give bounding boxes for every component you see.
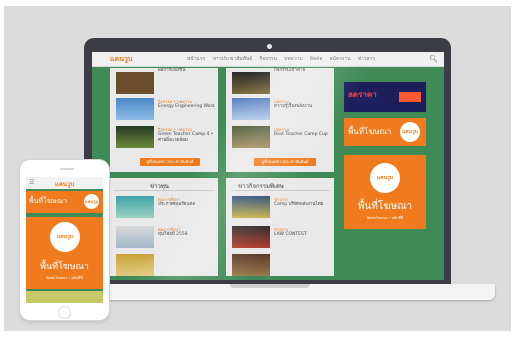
news-thumbnail[interactable] xyxy=(116,254,154,276)
site-header: แคนวูบ หน้าแรก ข่าวประชาสัมพันธ์ กิจกรรม… xyxy=(92,52,444,67)
news-title[interactable]: ทุนวิจัยปี 2558 xyxy=(158,232,216,238)
nav-item[interactable]: หน้าแรก xyxy=(187,55,205,63)
news-thumbnail[interactable] xyxy=(232,226,270,248)
news-title[interactable]: ประกาศทุนเรียนต่อ xyxy=(158,202,216,208)
news-thumbnail[interactable] xyxy=(116,126,154,148)
nav-item[interactable]: กิจกรรม xyxy=(259,55,277,63)
news-thumbnail[interactable] xyxy=(232,126,270,148)
news-title[interactable]: Best Teacher Camp Cup xyxy=(274,132,332,138)
ad-banner-large[interactable]: แคนวูบ พื้นที่โฆษณา ติดต่อโฆษณา • คลิกที… xyxy=(344,155,426,229)
laptop-camera xyxy=(267,44,272,49)
news-title[interactable]: ผลการแข่งขัน xyxy=(158,68,185,74)
laptop-hinge xyxy=(230,284,310,288)
mobile-logo[interactable]: แคนวูบ xyxy=(55,179,74,189)
menu-icon[interactable]: ☰ xyxy=(29,179,34,186)
news-thumbnail[interactable] xyxy=(232,72,270,94)
middle-news-column: กิจกรรมเข้าค่าย บทความ ความรู้เรื่องพลัง… xyxy=(226,68,334,172)
news-thumbnail[interactable] xyxy=(116,226,154,248)
ad-banner-title: พื้นที่โฆษณา xyxy=(348,127,392,136)
news-thumbnail[interactable] xyxy=(232,254,270,276)
news-title[interactable]: Camp บริษัทพลังงานไทย xyxy=(274,202,332,208)
news-title[interactable]: Green Teacher Camp 4 • ค่ายสิ่งแวดล้อม xyxy=(158,132,216,144)
divider xyxy=(114,190,214,191)
news-title[interactable]: Energy Engineering Work xyxy=(158,104,216,110)
news-thumbnail[interactable] xyxy=(116,72,154,94)
phone-speaker xyxy=(60,168,74,170)
nav-item[interactable]: ข่าวสาร xyxy=(358,55,376,63)
ad-title: พื้นที่โฆษณา xyxy=(357,201,413,212)
phone-screen: ☰ แคนวูบ พื้นที่โฆษณา แคนวูบ แคนวูบ พื้น… xyxy=(26,177,103,303)
nav-item[interactable]: สมัครงาน xyxy=(330,55,351,63)
ad-banner-logo: แคนวูบ xyxy=(400,122,420,142)
mobile-header: ☰ แคนวูบ xyxy=(26,177,103,189)
mobile-ad-text: พื้นที่โฆษณา xyxy=(29,197,68,205)
mobile-ad-logo-badge: แคนวูบ xyxy=(50,222,80,252)
mobile-ad-subtitle: ติดต่อโฆษณา • คลิกที่นี่ xyxy=(46,276,83,280)
site-nav: หน้าแรก ข่าวประชาสัมพันธ์ กิจกรรม บทความ… xyxy=(187,55,375,63)
mobile-content-strip xyxy=(26,291,103,303)
nav-item[interactable]: ติดต่อ xyxy=(310,55,323,63)
mobile-ad-banner[interactable]: พื้นที่โฆษณา แคนวูบ xyxy=(26,191,103,213)
news-title[interactable]: ความรู้เรื่องพลังงาน xyxy=(274,104,332,110)
mobile-ad-large[interactable]: แคนวูบ พื้นที่โฆษณา ติดต่อโฆษณา • คลิกที… xyxy=(26,217,103,289)
middle-section2-column: ข่าวกิจกรรมพิเศษ ข่าวสาร Camp บริษัทพลัง… xyxy=(226,178,334,276)
search-icon[interactable]: 🔍︎ xyxy=(429,55,438,63)
left-section2-column: ข่าวทุน ทุนการศึกษา ประกาศทุนเรียนต่อ ทุ… xyxy=(110,178,218,276)
more-news-button[interactable]: ดูทั้งหมดข่าวประชาสัมพันธ์ xyxy=(254,158,316,166)
news-thumbnail[interactable] xyxy=(232,98,270,120)
ad-banner-orange[interactable]: พื้นที่โฆษณา แคนวูบ xyxy=(344,118,426,146)
news-thumbnail[interactable] xyxy=(232,196,270,218)
ad-subtitle: ติดต่อโฆษณา • คลิกที่นี่ xyxy=(366,216,404,220)
news-title[interactable]: กิจกรรมเข้าค่าย xyxy=(274,68,305,74)
ad-logo-badge: แคนวูบ xyxy=(370,163,400,193)
divider xyxy=(230,190,330,191)
site-logo[interactable]: แคนวูบ xyxy=(110,54,132,65)
ad-banner-text: ลดราคา xyxy=(348,90,377,99)
news-title[interactable]: LAW CONTEST xyxy=(274,232,332,238)
mobile-ad-logo: แคนวูบ xyxy=(84,194,99,209)
laptop-screen: แคนวูบ หน้าแรก ข่าวประชาสัมพันธ์ กิจกรรม… xyxy=(92,52,444,280)
phone-frame: ☰ แคนวูบ พื้นที่โฆษณา แคนวูบ แคนวูบ พื้น… xyxy=(20,160,109,320)
news-thumbnail[interactable] xyxy=(116,98,154,120)
nav-item[interactable]: ข่าวประชาสัมพันธ์ xyxy=(212,55,252,63)
mobile-ad-title: พื้นที่โฆษณา xyxy=(40,262,89,272)
ad-price-tag xyxy=(399,92,421,102)
phone-home-button[interactable] xyxy=(58,306,71,319)
nav-item[interactable]: บทความ xyxy=(284,55,303,63)
more-news-button[interactable]: ดูทั้งหมดข่าวประชาสัมพันธ์ xyxy=(140,158,200,166)
ad-banner-top[interactable]: ลดราคา xyxy=(344,82,426,112)
news-thumbnail[interactable] xyxy=(116,196,154,218)
left-news-column: ผลการแข่งขัน กิจกรรม • บทความ Energy Eng… xyxy=(110,68,218,172)
